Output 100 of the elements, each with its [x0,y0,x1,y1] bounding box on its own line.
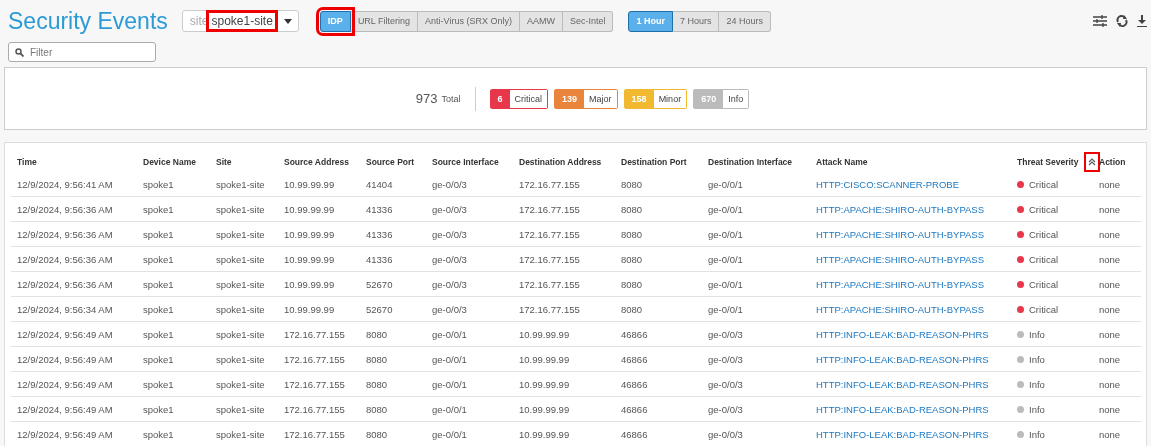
table-cell: 172.16.77.155 [284,378,345,390]
table-cell: none [1099,378,1121,390]
table-cell: 46866 [621,403,648,415]
severity-text: Info [1029,403,1045,415]
column-header[interactable]: Destination Interface [708,157,793,167]
attack-name-link[interactable]: HTTP:APACHE:SHIRO-AUTH-BYPASS [816,278,985,290]
table-cell: ge-0/0/3 [432,203,467,215]
table-cell: spoke1-site [216,378,265,390]
table-cell: 41404 [366,178,393,190]
column-header[interactable]: Device Name [143,157,196,167]
table-cell: ge-0/0/3 [708,428,743,440]
severity-filter[interactable]: 139 Major [554,88,618,109]
table-cell: spoke1 [143,428,174,440]
table-cell: ge-0/0/1 [432,328,467,340]
table-cell: spoke1-site [216,303,265,315]
event-type-tab[interactable]: Anti-Virus (SRX Only) [418,10,520,32]
time-range-button[interactable]: 24 Hours [719,10,771,32]
table-cell: 8080 [621,203,643,215]
table-cell: 12/9/2024, 9:56:34 AM [17,303,113,315]
table-cell: 12/9/2024, 9:56:36 AM [17,278,113,290]
table-cell: ge-0/0/1 [708,178,743,190]
table-cell: 172.16.77.155 [519,178,580,190]
table-cell: 8080 [621,278,643,290]
table-cell: 41336 [366,203,393,215]
table-cell: ge-0/0/3 [432,253,467,265]
attack-name-link[interactable]: HTTP:APACHE:SHIRO-AUTH-BYPASS [816,228,985,240]
severity-text: Info [1029,428,1045,440]
table-cell: 46866 [621,353,648,365]
severity-filter[interactable]: 158 Minor [623,88,688,109]
table-cell: spoke1 [143,203,174,215]
column-header[interactable]: Source Interface [432,157,499,167]
time-range-button[interactable]: 7 Hours [672,10,720,32]
page-title: Security Events [8,7,168,35]
table-cell: 8080 [621,228,643,240]
table-cell: ge-0/0/1 [432,353,467,365]
attack-name-link[interactable]: HTTP:INFO-LEAK:BAD-REASON-PHRS [816,353,989,365]
table-cell: spoke1 [143,403,174,415]
table-cell: ge-0/0/3 [432,278,467,290]
table-cell: spoke1-site [216,228,265,240]
table-cell: 10.99.99.99 [519,328,570,340]
table-cell: none [1099,353,1121,365]
severity-filter[interactable]: 670 Info [693,88,750,109]
table-cell: 52670 [366,303,393,315]
table-cell: 52670 [366,278,393,290]
attack-name-link[interactable]: HTTP:INFO-LEAK:BAD-REASON-PHRS [816,328,989,340]
table-cell: 10.99.99.99 [284,303,335,315]
column-header[interactable]: Source Port [366,157,415,167]
table-cell: 41336 [366,253,393,265]
severity-text: Critical [1029,178,1059,190]
column-header[interactable]: Site [216,157,232,167]
table-cell: spoke1-site [216,253,265,265]
severity-filter[interactable]: 6 Critical [489,88,549,109]
table-cell: 10.99.99.99 [284,253,335,265]
column-header[interactable]: Destination Port [621,157,687,167]
column-header[interactable]: Destination Address [519,157,602,167]
table-cell: none [1099,203,1121,215]
attack-name-link[interactable]: HTTP:INFO-LEAK:BAD-REASON-PHRS [816,403,989,415]
table-cell: none [1099,428,1121,440]
table-cell: 10.99.99.99 [519,378,570,390]
table-cell: ge-0/0/1 [432,403,467,415]
table-cell: spoke1-site [216,328,265,340]
column-header[interactable]: Threat Severity [1017,157,1079,167]
table-cell: 172.16.77.155 [284,428,345,440]
table-cell: 8080 [366,428,388,440]
event-type-tab[interactable]: Sec-Intel [562,10,614,32]
table-cell: 172.16.77.155 [284,328,345,340]
column-header[interactable]: Attack Name [816,157,868,167]
table-cell: spoke1-site [216,353,265,365]
attack-name-link[interactable]: HTTP:CISCO:SCANNER-PROBE [816,178,960,190]
table-cell: 12/9/2024, 9:56:36 AM [17,203,113,215]
table-cell: spoke1 [143,378,174,390]
table-cell: spoke1 [143,328,174,340]
table-cell: spoke1-site [216,403,265,415]
attack-name-link[interactable]: HTTP:INFO-LEAK:BAD-REASON-PHRS [816,428,989,440]
table-cell: 8080 [621,303,643,315]
event-type-tab[interactable]: URL Filtering [350,10,419,32]
attack-name-link[interactable]: HTTP:APACHE:SHIRO-AUTH-BYPASS [816,203,985,215]
attack-name-link[interactable]: HTTP:APACHE:SHIRO-AUTH-BYPASS [816,303,985,315]
table-cell: 46866 [621,428,648,440]
table-cell: spoke1 [143,228,174,240]
column-header[interactable]: Source Address [284,157,349,167]
attack-name-link[interactable]: HTTP:APACHE:SHIRO-AUTH-BYPASS [816,253,985,265]
table-cell: none [1099,328,1121,340]
table-cell: ge-0/0/1 [708,303,743,315]
table-cell: spoke1-site [216,203,265,215]
table-cell: 12/9/2024, 9:56:49 AM [17,428,113,440]
event-type-tab[interactable]: AAMW [519,10,563,32]
table-cell: ge-0/0/1 [432,428,467,440]
attack-name-link[interactable]: HTTP:INFO-LEAK:BAD-REASON-PHRS [816,378,989,390]
table-cell: 46866 [621,328,648,340]
table-cell: 12/9/2024, 9:56:49 AM [17,353,113,365]
table-cell: 12/9/2024, 9:56:49 AM [17,378,113,390]
table-cell: none [1099,403,1121,415]
severity-text: Critical [1029,203,1059,215]
severity-text: Info [1029,328,1045,340]
table-cell: ge-0/0/1 [432,378,467,390]
column-header[interactable]: Time [17,157,37,167]
severity-text: Info [1029,353,1045,365]
filter-field[interactable]: Filter [8,42,156,62]
severity-text: Critical [1029,278,1059,290]
